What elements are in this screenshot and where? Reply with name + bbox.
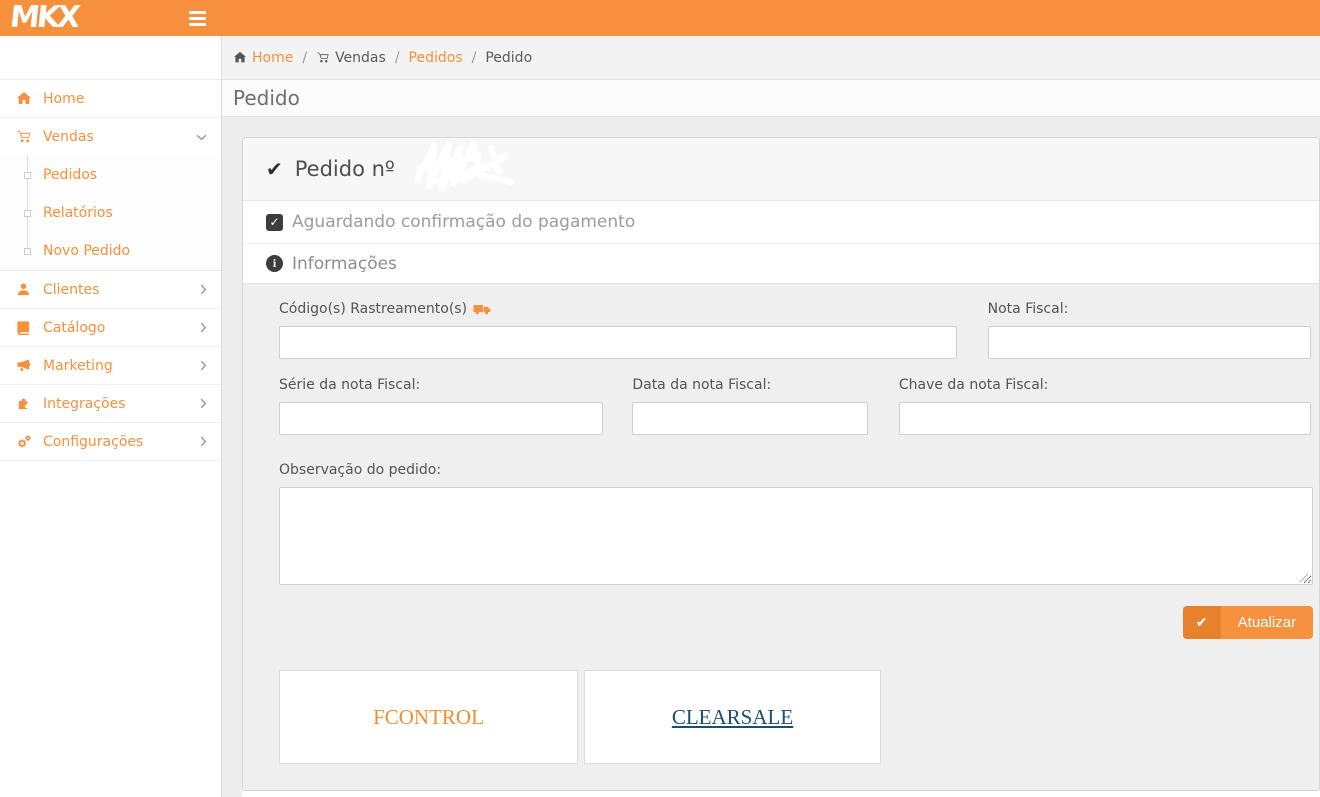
check-icon: ✔ [266,157,283,181]
breadcrumb-current: Pedido [485,50,532,66]
sidebar-subitem-label: Pedidos [43,167,97,183]
info-section-header: i Informações [243,244,1319,284]
fcontrol-panel: FCONTROL [279,670,578,764]
sidebar-item-label: Catálogo [43,320,200,336]
top-bar: MKX [0,0,1320,36]
sidebar-item-novo-pedido[interactable]: Novo Pedido [0,232,221,270]
breadcrumb-vendas[interactable]: Vendas [316,50,386,66]
tree-node-icon [24,210,31,217]
atualizar-button[interactable]: ✔ Atualizar [1183,606,1313,639]
order-card-header: ✔ Pedido nº [243,138,1319,201]
content-area: ✔ Pedido nº [222,117,1320,797]
serie-nota-label: Série da nota Fiscal: [279,377,603,393]
sidebar-item-label: Clientes [43,282,200,298]
redaction-scribble [407,137,515,194]
sidebar-item-clientes[interactable]: Clientes [0,271,221,309]
puzzle-icon [16,396,33,412]
home-icon [233,51,248,65]
breadcrumb-label: Pedidos [409,50,463,66]
breadcrumb: Home / Vendas / Pedidos / Pedido [222,36,1320,80]
home-icon [16,91,33,107]
check-square-icon: ✓ [266,214,283,231]
chevron-right-icon [200,322,207,333]
observacao-textarea[interactable] [279,487,1313,585]
sidebar-subitem-label: Novo Pedido [43,243,130,259]
breadcrumb-pedidos[interactable]: Pedidos [409,50,463,66]
sidebar-item-label: Vendas [43,129,196,145]
fcontrol-label: FCONTROL [373,705,484,730]
info-icon: i [266,255,283,272]
sidebar-item-relatorios[interactable]: Relatórios [0,194,221,232]
serie-nota-input[interactable] [279,402,603,435]
megaphone-icon [16,358,33,374]
sidebar-item-label: Integrações [43,396,200,412]
breadcrumb-home[interactable]: Home [233,50,293,66]
data-nota-input[interactable] [632,402,868,435]
clearsale-link[interactable]: CLEARSALE [672,705,793,730]
chevron-right-icon [200,360,207,371]
cart-icon [16,129,33,145]
breadcrumb-label: Vendas [335,50,386,66]
sidebar-submenu-vendas: Pedidos Relatórios Novo Pedido [0,156,221,271]
user-icon [16,282,33,298]
sidebar-item-integracoes[interactable]: Integrações [0,385,221,423]
atualizar-button-label: Atualizar [1221,606,1313,639]
sidebar: Home Vendas Pedidos Relatórios Novo Pedi [0,36,222,797]
sidebar-item-label: Marketing [43,358,200,374]
nota-fiscal-input[interactable] [988,326,1311,359]
app-logo[interactable]: MKX [0,0,177,36]
page-title: Pedido [233,86,300,110]
chevron-right-icon [200,284,207,295]
breadcrumb-label: Home [252,50,293,66]
sidebar-spacer [0,36,221,80]
sidebar-item-label: Configurações [43,434,200,450]
nota-fiscal-label: Nota Fiscal: [988,301,1311,317]
sidebar-item-vendas[interactable]: Vendas [0,118,221,156]
chave-nota-input[interactable] [899,402,1311,435]
footer-strip [242,791,1320,797]
order-card: ✔ Pedido nº [242,137,1320,791]
clearsale-panel: CLEARSALE [584,670,881,764]
cart-icon [316,51,331,65]
page-title-bar: Pedido [222,80,1320,117]
chevron-right-icon [200,436,207,447]
order-status-text: Aguardando confirmação do pagamento [292,212,635,232]
truck-icon [473,303,491,316]
breadcrumb-separator: / [463,50,486,66]
breadcrumb-separator: / [386,50,409,66]
chevron-right-icon [200,398,207,409]
order-header-title: Pedido nº [295,157,395,181]
breadcrumb-separator: / [293,50,316,66]
sidebar-item-label: Home [43,91,207,107]
hamburger-menu-icon[interactable] [175,0,219,36]
sidebar-item-catalogo[interactable]: Catálogo [0,309,221,347]
tree-node-icon [24,172,31,179]
data-nota-label: Data da nota Fiscal: [632,377,868,393]
order-form: Código(s) Rastreamento(s) Nota Fiscal: [243,284,1319,791]
tracking-codes-label: Código(s) Rastreamento(s) [279,301,957,317]
info-section-title: Informações [292,254,397,274]
sidebar-item-home[interactable]: Home [0,80,221,118]
tree-node-icon [24,248,31,255]
check-icon: ✔ [1183,606,1221,639]
book-icon [16,320,33,336]
gears-icon [16,434,33,450]
tracking-codes-input[interactable] [279,326,957,359]
sidebar-item-marketing[interactable]: Marketing [0,347,221,385]
sidebar-subitem-label: Relatórios [43,205,113,221]
sidebar-item-pedidos[interactable]: Pedidos [0,156,221,194]
observacao-label: Observação do pedido: [279,462,1311,478]
chave-nota-label: Chave da nota Fiscal: [899,377,1311,393]
chevron-down-icon [196,134,207,141]
sidebar-item-configuracoes[interactable]: Configurações [0,423,221,461]
order-status-row: ✓ Aguardando confirmação do pagamento [243,201,1319,244]
breadcrumb-label: Pedido [485,50,532,66]
